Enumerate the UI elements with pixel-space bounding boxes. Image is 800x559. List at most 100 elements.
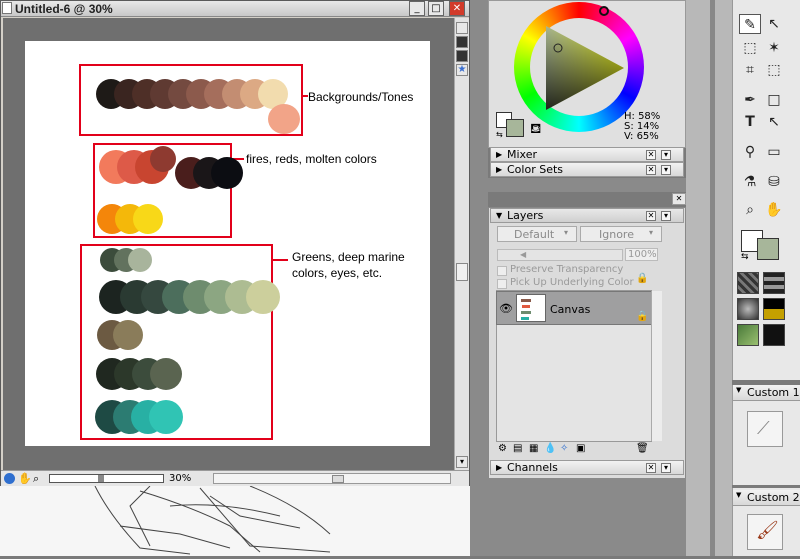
custom-2-header[interactable]: ▼ Custom 2: [733, 490, 800, 506]
panel-close-icon[interactable]: ✕: [646, 150, 656, 160]
close-button[interactable]: ✕: [449, 1, 465, 16]
color-triangle[interactable]: [530, 18, 628, 116]
dynamic-plugin-icon[interactable]: ✧: [560, 443, 568, 454]
layer-lock-icon[interactable]: 🔒: [636, 311, 648, 322]
globe-icon[interactable]: [4, 473, 15, 484]
layer-adjust-icon[interactable]: ⚙: [498, 443, 507, 454]
annotation-greens-line1: Greens, deep marine: [292, 250, 405, 264]
green-swatch: [246, 280, 280, 314]
rectangle-select-icon[interactable]: ⬚: [739, 38, 761, 58]
nozzle-preset[interactable]: [737, 324, 759, 346]
text-tool-icon[interactable]: T: [739, 112, 761, 132]
tool-foreground-color[interactable]: [757, 238, 779, 260]
crop-tool-icon[interactable]: ⌗: [739, 60, 761, 80]
magnifier-tool-icon[interactable]: ⌕: [739, 200, 761, 220]
paint-bucket-icon[interactable]: ⛁: [763, 172, 785, 192]
star-icon[interactable]: ★: [456, 64, 468, 76]
lock-icon[interactable]: 🔒: [636, 273, 648, 284]
grabber-icon[interactable]: ✋: [18, 472, 32, 485]
brush-tool-icon[interactable]: ✎: [739, 14, 761, 34]
panel-collapse-icon[interactable]: ▾: [661, 150, 671, 160]
presentation-icon[interactable]: [456, 50, 468, 62]
paper-texture-preset[interactable]: [737, 272, 759, 294]
move-tool-icon[interactable]: ↖: [763, 14, 785, 34]
panel-close-icon[interactable]: ✕: [672, 193, 686, 205]
panel-close-icon[interactable]: ✕: [646, 165, 656, 175]
expand-triangle-icon[interactable]: ▼: [736, 386, 741, 394]
scroll-down-button[interactable]: ▾: [456, 456, 468, 468]
composite-method-dropdown[interactable]: Default ▾: [497, 226, 577, 242]
pick-up-underlying-checkbox[interactable]: [497, 279, 507, 289]
new-layer-icon[interactable]: ▤: [513, 443, 522, 454]
collapse-triangle-icon[interactable]: ▼: [496, 211, 502, 220]
fire-swatch: [133, 204, 163, 234]
expand-triangle-icon[interactable]: ▶: [496, 150, 502, 159]
layer-buttons: ⚙ ▤ ▦ 💧 ✧ ▣ 🗑: [496, 443, 662, 457]
maximize-button[interactable]: □: [428, 1, 444, 16]
pattern-preset[interactable]: [763, 272, 785, 294]
panel-collapse-icon[interactable]: ▾: [661, 211, 671, 221]
layers-panel-header[interactable]: ▼ Layers ✕ ▾: [490, 208, 684, 223]
panel-close-icon[interactable]: ✕: [646, 211, 656, 221]
grabber-tool-icon[interactable]: ✋: [763, 200, 785, 220]
panel-collapse-icon[interactable]: ▾: [661, 165, 671, 175]
custom-1-header[interactable]: ▼ Custom 1: [733, 385, 800, 401]
magic-wand-icon[interactable]: ✶: [763, 38, 785, 58]
zoom-slider-handle[interactable]: [98, 475, 104, 482]
expand-triangle-icon[interactable]: ▼: [736, 491, 741, 499]
preserve-transparency-checkbox[interactable]: [497, 266, 507, 276]
preserve-option-value: Ignore: [599, 228, 634, 241]
horizontal-scrollbar[interactable]: [213, 473, 451, 484]
swap-colors-icon[interactable]: ⇆: [741, 252, 749, 262]
fire-swatch: [211, 157, 243, 189]
document-titlebar[interactable]: Untitled-6 @ 30% _ □ ✕: [1, 1, 469, 17]
magnifier-icon[interactable]: ⌕: [33, 472, 39, 486]
channels-panel-header[interactable]: ▶ Channels ✕ ▾: [490, 460, 684, 475]
rectangle-shape-icon[interactable]: □: [763, 90, 785, 110]
layer-mask-icon[interactable]: ▣: [576, 443, 585, 454]
green-swatch: [113, 320, 143, 350]
annotation-greens-line2: colors, eyes, etc.: [292, 266, 383, 280]
color-sets-panel-header[interactable]: ▶ Color Sets ✕ ▾: [490, 162, 684, 177]
hue-ring-marker[interactable]: [599, 6, 609, 16]
custom-1-brush[interactable]: ⟋: [747, 411, 783, 447]
layer-group-icon[interactable]: ▦: [529, 443, 538, 454]
water-drop-icon[interactable]: 💧: [544, 443, 556, 454]
opacity-value: 100%: [628, 249, 657, 260]
panel-collapse-icon[interactable]: ▾: [661, 463, 671, 473]
trash-icon[interactable]: 🗑: [636, 443, 649, 454]
eraser-tool-icon[interactable]: ▭: [763, 142, 785, 162]
layer-list-scrollbar[interactable]: [651, 291, 662, 441]
preserve-option-dropdown[interactable]: Ignore ▾: [580, 226, 662, 242]
document-icon: [2, 2, 12, 14]
stamp-icon[interactable]: ⛾: [530, 121, 541, 139]
opacity-slider-handle[interactable]: ◀: [520, 250, 526, 259]
panel-close-icon[interactable]: ✕: [646, 463, 656, 473]
look-preset[interactable]: [763, 324, 785, 346]
eyedropper-icon[interactable]: ⚗: [739, 172, 761, 192]
opacity-slider[interactable]: ◀: [497, 249, 623, 261]
paint-brush-icon: 🖌: [756, 520, 779, 541]
chevron-down-icon: ▾: [649, 228, 654, 237]
expand-triangle-icon[interactable]: ▶: [496, 463, 502, 472]
fullscreen-icon[interactable]: [456, 36, 468, 48]
vertical-scroll-thumb[interactable]: [456, 263, 468, 281]
horizontal-scroll-thumb[interactable]: [332, 475, 344, 483]
pattern-preset[interactable]: [763, 298, 785, 320]
dropper-tool-icon[interactable]: ⚲: [739, 142, 761, 162]
swap-colors-icon[interactable]: ⇆: [496, 130, 503, 139]
eye-icon[interactable]: 👁: [499, 302, 513, 315]
color-sets-label: Color Sets: [507, 163, 564, 176]
mixer-panel-header[interactable]: ▶ Mixer ✕ ▾: [490, 147, 684, 162]
expand-triangle-icon[interactable]: ▶: [496, 165, 502, 174]
zoom-slider[interactable]: [49, 474, 164, 483]
custom-2-brush[interactable]: 🖌: [747, 514, 783, 550]
minimize-button[interactable]: _: [409, 1, 425, 16]
pen-tool-icon[interactable]: ✒: [739, 90, 761, 110]
gradient-preset[interactable]: [737, 298, 759, 320]
view-mode-icon[interactable]: [456, 22, 468, 34]
transform-tool-icon[interactable]: ⬚: [763, 60, 785, 80]
shape-select-icon[interactable]: ↖: [763, 112, 785, 132]
opacity-field[interactable]: 100%: [625, 248, 658, 261]
foreground-color-swatch[interactable]: [506, 119, 524, 137]
